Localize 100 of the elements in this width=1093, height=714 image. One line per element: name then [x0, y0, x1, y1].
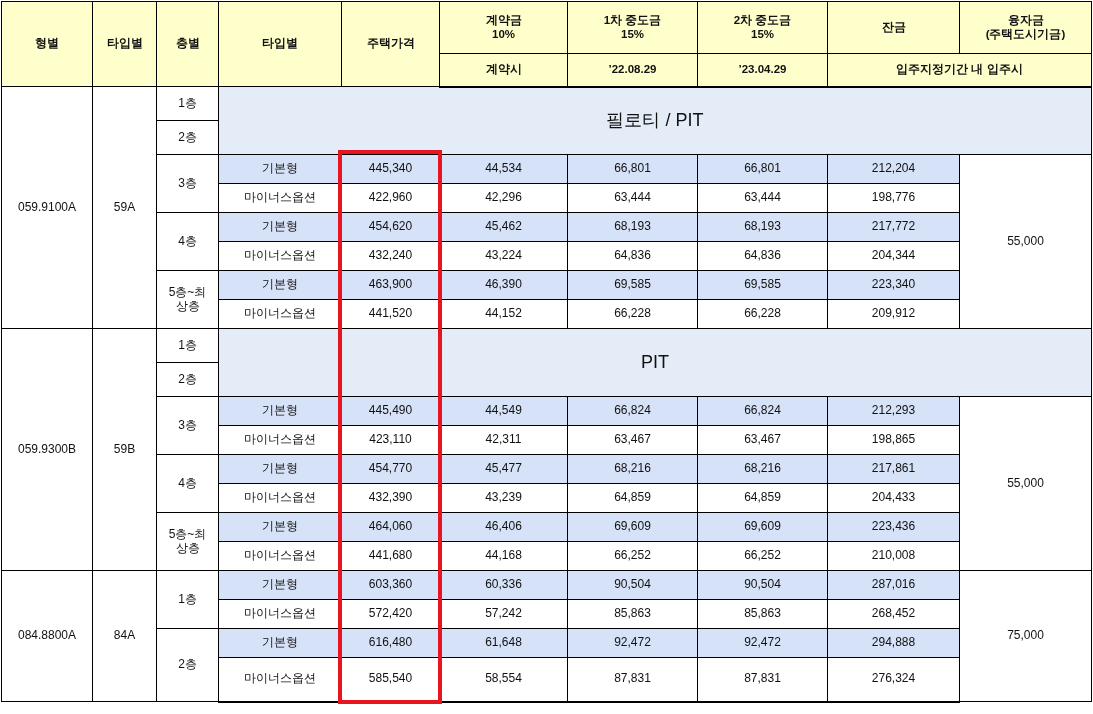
table-cell: 217,772	[827, 212, 960, 242]
table-cell: 603,360	[341, 570, 440, 600]
table-cell: 198,776	[827, 183, 960, 213]
table-cell: 43,224	[439, 241, 568, 271]
table-cell: 84A	[92, 570, 157, 702]
table-cell: 287,016	[827, 570, 960, 600]
table-cell: 1층	[156, 570, 219, 629]
table-cell: 57,242	[439, 599, 568, 629]
column-header: 융자금 (주택도시기금)	[959, 1, 1092, 54]
table-cell: 5층~최상층	[156, 512, 219, 571]
table-cell: 44,549	[439, 396, 568, 426]
table-cell: 64,836	[567, 241, 698, 271]
column-header: 2차 중도금 15%	[697, 1, 828, 54]
table-cell: 42,311	[439, 425, 568, 455]
table-cell: 3층	[156, 154, 219, 213]
table-cell: 3층	[156, 396, 219, 455]
column-header: ’22.08.29	[567, 53, 698, 87]
table-cell: 059.9300B	[1, 328, 93, 571]
table-cell: 1층	[156, 328, 219, 363]
merged-cell: 필로티 / PIT	[218, 86, 1092, 155]
table-cell: 42,296	[439, 183, 568, 213]
table-cell: 68,216	[567, 454, 698, 484]
table-cell: 44,534	[439, 154, 568, 184]
table-cell: 223,436	[827, 512, 960, 542]
table-cell: 46,406	[439, 512, 568, 542]
table-cell: 66,228	[697, 299, 828, 329]
table-cell: 90,504	[697, 570, 828, 600]
column-header: 계약시	[439, 53, 568, 87]
table-cell: 44,168	[439, 541, 568, 571]
table-cell: 45,477	[439, 454, 568, 484]
table-cell: 4층	[156, 454, 219, 513]
table-cell: 69,585	[697, 270, 828, 300]
table-cell: 276,324	[827, 657, 960, 702]
table-cell: 66,252	[567, 541, 698, 571]
table-cell: 463,900	[341, 270, 440, 300]
table-cell: 059.9100A	[1, 86, 93, 329]
column-header: 입주지정기간 내 입주시	[827, 53, 1092, 87]
table-cell: 454,620	[341, 212, 440, 242]
table-cell: 92,472	[697, 628, 828, 658]
table-cell: 268,452	[827, 599, 960, 629]
table-cell: 59A	[92, 86, 157, 329]
table-cell: 63,467	[567, 425, 698, 455]
table-cell: 212,293	[827, 396, 960, 426]
table-cell: 209,912	[827, 299, 960, 329]
table-cell: 44,152	[439, 299, 568, 329]
table-cell: 59B	[92, 328, 157, 571]
table-cell: 204,433	[827, 483, 960, 513]
table-cell: 66,824	[697, 396, 828, 426]
table-cell: 217,861	[827, 454, 960, 484]
table-cell: 210,008	[827, 541, 960, 571]
table-cell: 66,801	[567, 154, 698, 184]
table-cell: 66,228	[567, 299, 698, 329]
table-cell: 198,865	[827, 425, 960, 455]
table-cell: 204,344	[827, 241, 960, 271]
table-cell: 61,648	[439, 628, 568, 658]
table-cell: 87,831	[567, 657, 698, 702]
column-header: 주택가격	[341, 1, 440, 87]
table-cell: 58,554	[439, 657, 568, 702]
table-cell: 1층	[156, 86, 219, 121]
table-cell: 66,824	[567, 396, 698, 426]
table-cell: 68,193	[697, 212, 828, 242]
column-header: 계약금 10%	[439, 1, 568, 54]
table-cell: 63,444	[567, 183, 698, 213]
column-header: 타입별	[92, 1, 157, 87]
table-cell: 454,770	[341, 454, 440, 484]
column-header: 잔금	[827, 1, 960, 54]
table-cell: 45,462	[439, 212, 568, 242]
table-cell: 60,336	[439, 570, 568, 600]
table-cell: 90,504	[567, 570, 698, 600]
column-header: 층별	[156, 1, 219, 87]
table-cell: 66,801	[697, 154, 828, 184]
table-cell: 4층	[156, 212, 219, 271]
table-cell: 5층~최상층	[156, 270, 219, 329]
table-cell: 85,863	[697, 599, 828, 629]
table-cell: 464,060	[341, 512, 440, 542]
column-header: 형별	[1, 1, 93, 87]
table-cell: 68,216	[697, 454, 828, 484]
column-header: 타입별	[218, 1, 342, 87]
table-cell: 46,390	[439, 270, 568, 300]
table-cell: 69,609	[567, 512, 698, 542]
merged-cell: PIT	[218, 328, 1092, 397]
table-cell: 68,193	[567, 212, 698, 242]
table-cell: 084.8800A	[1, 570, 93, 702]
table-cell: 445,490	[341, 396, 440, 426]
table-cell: 85,863	[567, 599, 698, 629]
table-cell: 212,204	[827, 154, 960, 184]
column-header: ’23.04.29	[697, 53, 828, 87]
table-cell: 63,444	[697, 183, 828, 213]
table-cell: 64,859	[697, 483, 828, 513]
table-cell: 616,480	[341, 628, 440, 658]
column-header: 1차 중도금 15%	[567, 1, 698, 54]
table-cell: 87,831	[697, 657, 828, 702]
table-cell: 92,472	[567, 628, 698, 658]
table-cell: 69,609	[697, 512, 828, 542]
table-cell: 223,340	[827, 270, 960, 300]
table-cell: 66,252	[697, 541, 828, 571]
table-cell: 69,585	[567, 270, 698, 300]
table-cell: 43,239	[439, 483, 568, 513]
table-cell: 64,859	[567, 483, 698, 513]
table-cell: 64,836	[697, 241, 828, 271]
